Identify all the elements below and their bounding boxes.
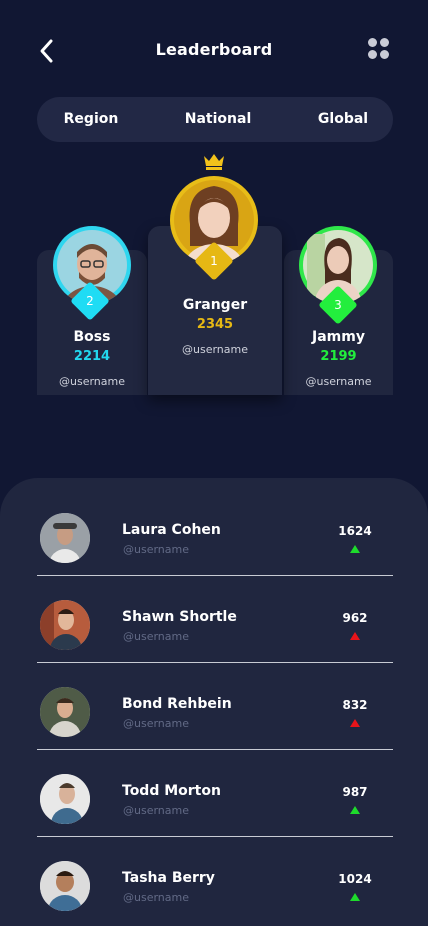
rank-badge-first: 1 — [194, 241, 234, 281]
avatar — [40, 861, 90, 911]
avatar — [40, 687, 90, 737]
avatar — [40, 774, 90, 824]
list-item-username: @username — [123, 804, 189, 817]
avatar — [40, 513, 90, 563]
list-item-name: Bond Rehbein — [122, 696, 232, 712]
menu-button[interactable] — [366, 36, 390, 60]
trend-up-icon — [350, 545, 360, 553]
list-item-score: 832 — [342, 698, 368, 712]
scope-tabs: Region National Global — [37, 97, 393, 142]
list-item-score: 1024 — [338, 872, 372, 886]
podium-username-second: @username — [59, 375, 125, 388]
tab-region[interactable]: Region — [51, 97, 131, 142]
leaderboard-screen: Leaderboard Region National Global 2 1 3… — [0, 0, 428, 926]
list-item-username: @username — [123, 543, 189, 556]
page-title: Leaderboard — [155, 40, 273, 59]
trend-up-icon — [350, 893, 360, 901]
list-item-name: Shawn Shortle — [122, 609, 237, 625]
list-item-score: 987 — [342, 785, 368, 799]
podium-username-third: @username — [305, 375, 372, 388]
crown-icon — [204, 154, 224, 170]
rank-badge-second: 2 — [70, 281, 110, 321]
list-item-name: Tasha Berry — [122, 870, 215, 886]
tab-global[interactable]: Global — [307, 97, 379, 142]
list-item-score: 1624 — [338, 524, 372, 538]
list-item-username: @username — [123, 717, 189, 730]
list-item-username: @username — [123, 630, 189, 643]
avatar — [40, 600, 90, 650]
podium-score-third: 2199 — [320, 349, 357, 364]
podium-name-third: Jammy — [312, 329, 365, 345]
list-item[interactable]: Shawn Shortle @username 962 — [37, 576, 393, 663]
list-item[interactable]: Todd Morton @username 987 — [37, 750, 393, 837]
list-item-username: @username — [123, 891, 189, 904]
trend-down-icon — [350, 632, 360, 640]
podium-name-second: Boss — [73, 329, 111, 345]
list-item[interactable]: Tasha Berry @username 1024 — [37, 837, 393, 924]
list-item-name: Todd Morton — [122, 783, 221, 799]
ranking-list: Laura Cohen @username 1624 Shawn Shortle… — [0, 478, 428, 926]
trend-up-icon — [350, 806, 360, 814]
list-item-name: Laura Cohen — [122, 522, 221, 538]
list-item[interactable]: Bond Rehbein @username 832 — [37, 663, 393, 750]
podium-score-first: 2345 — [196, 317, 234, 332]
podium-score-second: 2214 — [73, 349, 111, 364]
podium-username-first: @username — [182, 343, 248, 356]
tab-national[interactable]: National — [177, 97, 259, 142]
podium-name-first: Granger — [182, 297, 248, 313]
trend-down-icon — [350, 719, 360, 727]
list-item[interactable]: Laura Cohen @username 1624 — [37, 489, 393, 576]
rank-badge-third: 3 — [318, 285, 358, 325]
list-item-score: 962 — [342, 611, 368, 625]
